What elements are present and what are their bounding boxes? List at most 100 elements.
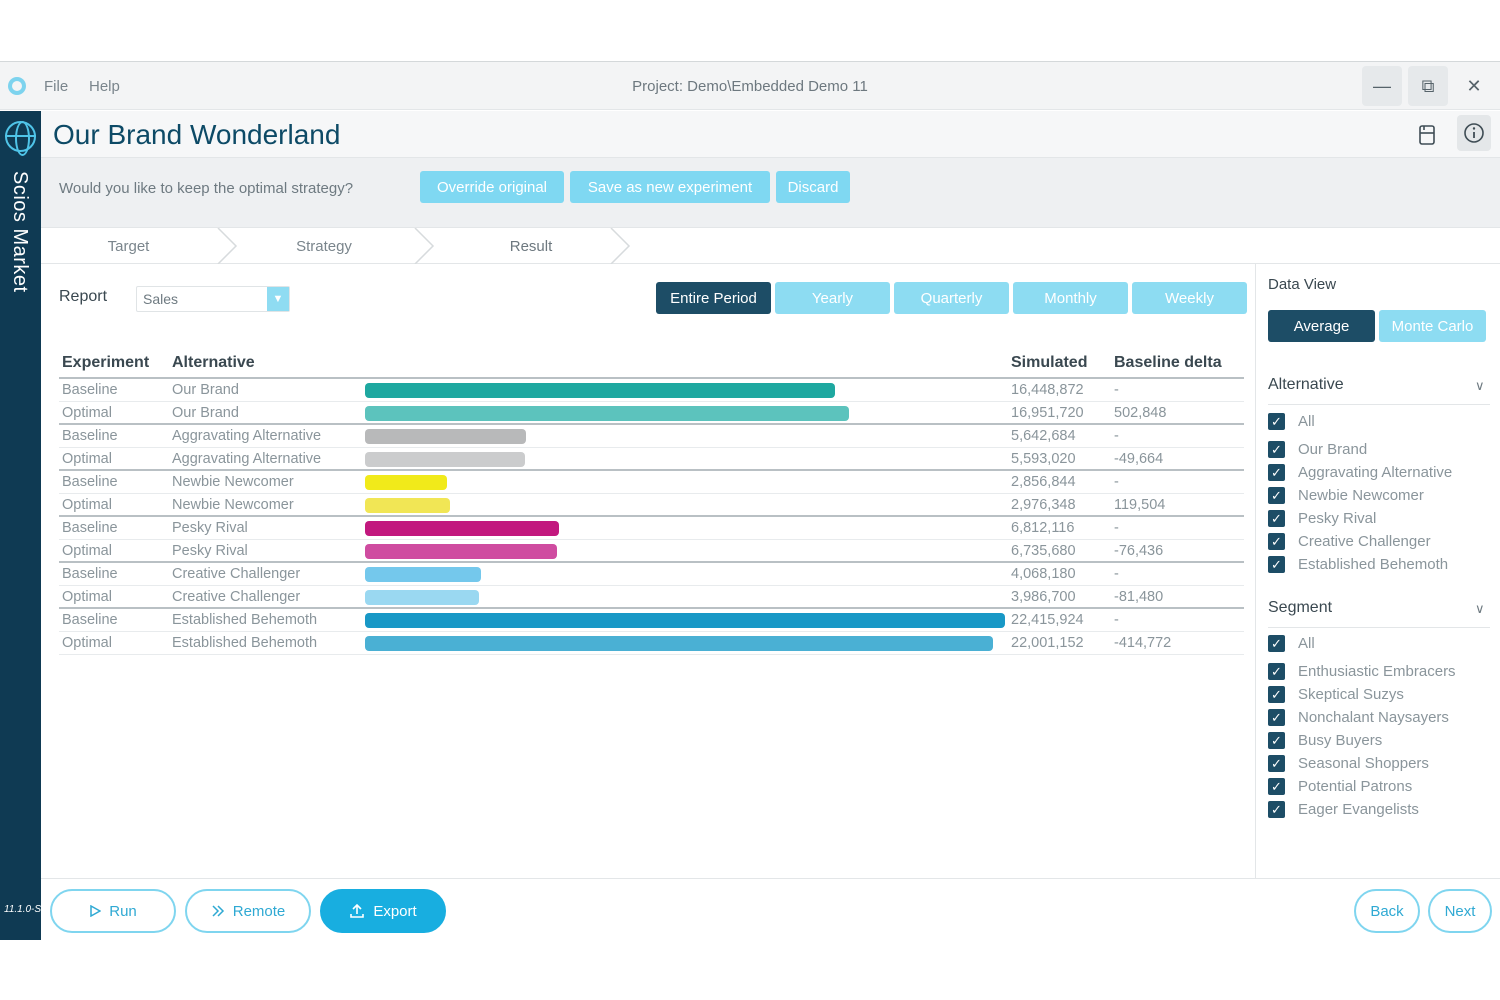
checkbox-label: All (1298, 413, 1315, 430)
checkbox-checked-icon[interactable]: ✓ (1268, 556, 1285, 573)
alternative-checkbox-established-behemoth[interactable]: ✓ Established Behemoth (1268, 553, 1498, 576)
report-select[interactable]: Sales ▼ (136, 286, 290, 312)
checkbox-checked-icon[interactable]: ✓ (1268, 413, 1285, 430)
remote-button[interactable]: Remote (185, 889, 311, 933)
period-quarterly[interactable]: Quarterly (894, 282, 1009, 314)
simulated-cell: 16,951,720 (1011, 405, 1084, 421)
checkbox-label: Enthusiastic Embracers (1298, 663, 1456, 680)
page-header: Our Brand Wonderland (41, 111, 1500, 158)
alternative-cell: Newbie Newcomer (172, 474, 294, 490)
alternative-checkbox-creative-challenger[interactable]: ✓ Creative Challenger (1268, 530, 1498, 553)
restore-icon: ⧉ (1421, 75, 1435, 96)
baseline-delta-cell: - (1114, 520, 1119, 536)
experiment-cell: Baseline (62, 428, 118, 444)
monte-carlo-button[interactable]: Monte Carlo (1379, 310, 1486, 342)
chevron-down-icon[interactable]: ∨ (1475, 378, 1485, 394)
step-strategy[interactable]: Strategy (226, 228, 422, 264)
checkbox-checked-icon[interactable]: ✓ (1268, 510, 1285, 527)
value-bar (365, 613, 1005, 628)
checkbox-checked-icon[interactable]: ✓ (1268, 709, 1285, 726)
menu-file[interactable]: File (44, 78, 68, 95)
step-target[interactable]: Target (41, 228, 216, 264)
segment-checkbox-eager-evangelists[interactable]: ✓ Eager Evangelists (1268, 798, 1498, 821)
export-button[interactable]: Export (320, 889, 446, 933)
version-label: 11.1.0-S (4, 904, 41, 915)
report-label: Report (59, 288, 108, 305)
baseline-delta-cell: - (1114, 566, 1119, 582)
data-view-panel: Data View Average Monte Carlo Alternativ… (1255, 264, 1500, 878)
double-chevron-right-icon (212, 905, 224, 917)
step-separator (610, 228, 631, 264)
period-entire[interactable]: Entire Period (656, 282, 771, 314)
next-button[interactable]: Next (1428, 889, 1492, 933)
minimize-button[interactable]: — (1362, 66, 1402, 106)
sidebar-brand: Scios Market (9, 171, 31, 293)
alternative-cell: Aggravating Alternative (172, 451, 322, 467)
globe-icon[interactable] (5, 121, 36, 156)
table-row: Baseline Aggravating Alternative 5,642,684… (59, 425, 1244, 448)
minimize-icon: — (1373, 75, 1391, 96)
simulated-cell: 16,448,872 (1011, 382, 1084, 398)
alternative-checkbox-our-brand[interactable]: ✓ Our Brand (1268, 438, 1498, 461)
alternative-checkbox-all[interactable]: ✓ All (1268, 410, 1498, 438)
close-button[interactable]: ✕ (1454, 66, 1494, 106)
discard-button[interactable]: Discard (776, 171, 850, 203)
simulated-cell: 4,068,180 (1011, 566, 1076, 582)
checkbox-label: All (1298, 635, 1315, 652)
play-icon (90, 905, 102, 917)
step-result[interactable]: Result (433, 228, 629, 264)
alternative-cell: Pesky Rival (172, 543, 248, 559)
experiment-cell: Optimal (62, 635, 112, 651)
alternative-checkbox-aggravating-alternative[interactable]: ✓ Aggravating Alternative (1268, 461, 1498, 484)
maximize-button[interactable]: ⧉ (1408, 66, 1448, 106)
checkbox-checked-icon[interactable]: ✓ (1268, 755, 1285, 772)
average-button[interactable]: Average (1268, 310, 1375, 342)
alternative-checkbox-newbie-newcomer[interactable]: ✓ Newbie Newcomer (1268, 484, 1498, 507)
checkbox-checked-icon[interactable]: ✓ (1268, 533, 1285, 550)
checkbox-label: Nonchalant Naysayers (1298, 709, 1449, 726)
checkbox-checked-icon[interactable]: ✓ (1268, 663, 1285, 680)
segment-checkbox-busy-buyers[interactable]: ✓ Busy Buyers (1268, 729, 1498, 752)
override-original-button[interactable]: Override original (420, 171, 564, 203)
experiment-cell: Baseline (62, 612, 118, 628)
checkbox-checked-icon[interactable]: ✓ (1268, 635, 1285, 652)
segment-checkbox-enthusiastic-embracers[interactable]: ✓ Enthusiastic Embracers (1268, 660, 1498, 683)
segment-checkbox-all[interactable]: ✓ All (1268, 632, 1498, 660)
segment-checkbox-seasonal-shoppers[interactable]: ✓ Seasonal Shoppers (1268, 752, 1498, 775)
save-as-new-experiment-button[interactable]: Save as new experiment (570, 171, 770, 203)
segment-checkbox-potential-patrons[interactable]: ✓ Potential Patrons (1268, 775, 1498, 798)
alternative-filter-title[interactable]: Alternative (1268, 376, 1344, 394)
value-bar (365, 406, 849, 421)
info-icon[interactable] (1457, 115, 1491, 151)
checkbox-checked-icon[interactable]: ✓ (1268, 801, 1285, 818)
value-bar (365, 544, 557, 559)
chevron-down-icon[interactable]: ▼ (267, 287, 289, 311)
checkbox-label: Newbie Newcomer (1298, 487, 1424, 504)
checkbox-label: Our Brand (1298, 441, 1368, 458)
checkbox-checked-icon[interactable]: ✓ (1268, 778, 1285, 795)
baseline-delta-cell: - (1114, 474, 1119, 490)
segment-checkbox-skeptical-suzys[interactable]: ✓ Skeptical Suzys (1268, 683, 1498, 706)
chevron-down-icon[interactable]: ∨ (1475, 601, 1485, 617)
checkbox-checked-icon[interactable]: ✓ (1268, 487, 1285, 504)
save-icon[interactable] (1413, 121, 1441, 149)
checkbox-label: Seasonal Shoppers (1298, 755, 1429, 772)
checkbox-checked-icon[interactable]: ✓ (1268, 441, 1285, 458)
simulated-cell: 6,735,680 (1011, 543, 1076, 559)
menu-help[interactable]: Help (89, 78, 120, 95)
run-button[interactable]: Run (50, 889, 176, 933)
checkbox-checked-icon[interactable]: ✓ (1268, 686, 1285, 703)
segment-filter-title[interactable]: Segment (1268, 599, 1332, 617)
checkbox-label: Skeptical Suzys (1298, 686, 1404, 703)
checkbox-checked-icon[interactable]: ✓ (1268, 464, 1285, 481)
period-monthly[interactable]: Monthly (1013, 282, 1128, 314)
baseline-delta-cell: -414,772 (1114, 635, 1172, 651)
period-yearly[interactable]: Yearly (775, 282, 890, 314)
result-panel: Report Sales ▼ Entire Period Yearly Quar… (41, 264, 1255, 878)
alternative-checkbox-pesky-rival[interactable]: ✓ Pesky Rival (1268, 507, 1498, 530)
back-button[interactable]: Back (1354, 889, 1420, 933)
checkbox-checked-icon[interactable]: ✓ (1268, 732, 1285, 749)
value-bar (365, 429, 526, 444)
period-weekly[interactable]: Weekly (1132, 282, 1247, 314)
segment-checkbox-nonchalant-naysayers[interactable]: ✓ Nonchalant Naysayers (1268, 706, 1498, 729)
